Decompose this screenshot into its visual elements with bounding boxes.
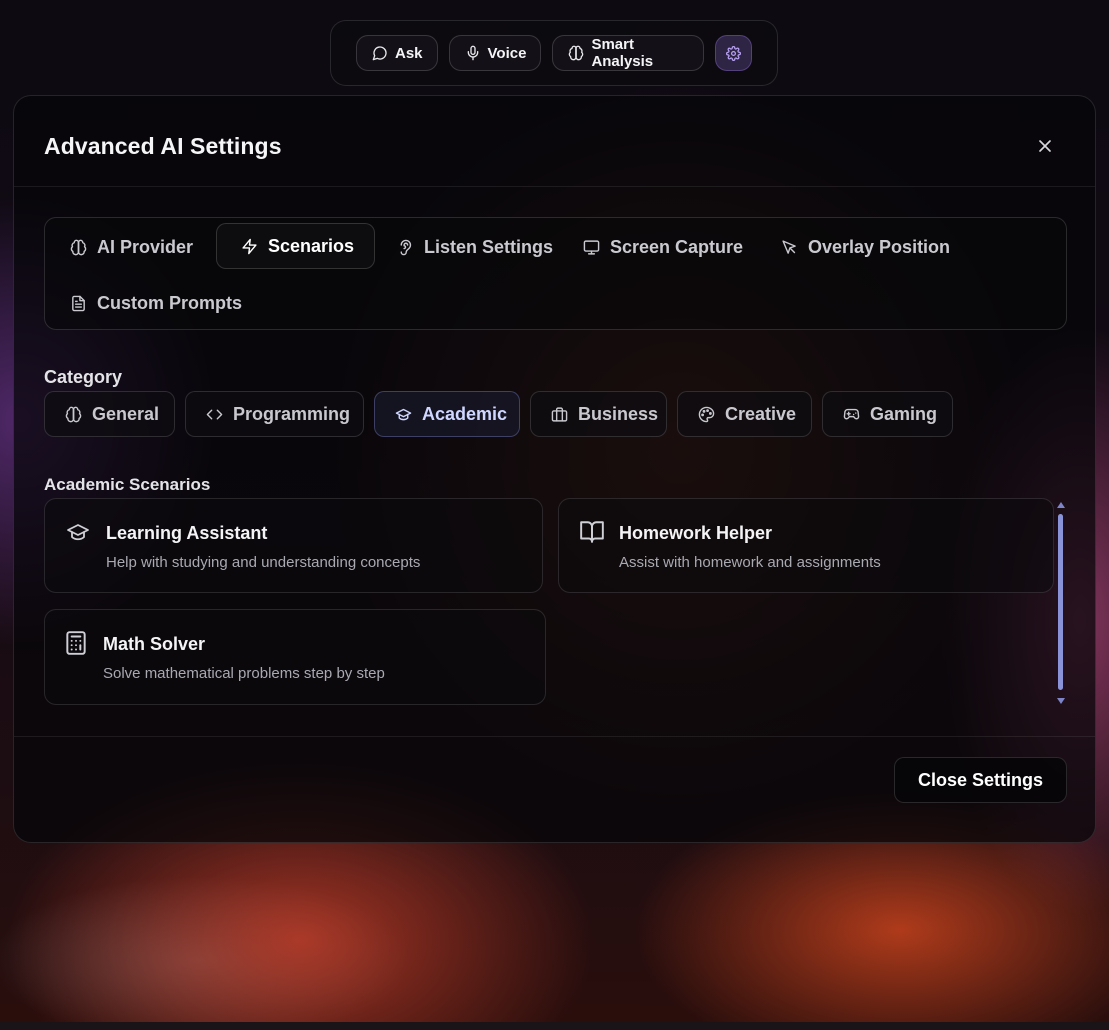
category-programming[interactable]: Programming bbox=[185, 391, 364, 437]
scenario-card-math-solver[interactable]: Math Solver Solve mathematical problems … bbox=[44, 609, 546, 705]
ask-button[interactable]: Ask bbox=[356, 35, 438, 71]
gamepad-icon bbox=[843, 406, 860, 423]
tab-label: Listen Settings bbox=[424, 236, 554, 257]
settings-tabs: AI Provider Scenarios Listen Settings Sc… bbox=[44, 217, 1067, 330]
footer-divider bbox=[14, 736, 1095, 737]
tab-label: Screen Capture bbox=[610, 236, 744, 257]
briefcase-icon bbox=[551, 406, 568, 423]
tab-label: AI Provider bbox=[97, 236, 194, 257]
category-label-text: Programming bbox=[233, 403, 351, 424]
category-creative[interactable]: Creative bbox=[677, 391, 812, 437]
lightning-icon bbox=[241, 238, 258, 255]
calculator-icon bbox=[63, 630, 89, 656]
palette-icon bbox=[698, 406, 715, 423]
close-settings-button[interactable]: Close Settings bbox=[894, 757, 1067, 803]
ear-icon bbox=[397, 239, 414, 256]
scenario-description: Assist with homework and assignments bbox=[619, 554, 881, 571]
book-icon bbox=[579, 519, 605, 545]
floating-toolbar: Ask Voice Smart Analysis bbox=[330, 20, 778, 86]
scenario-title: Homework Helper bbox=[619, 523, 773, 543]
voice-button[interactable]: Voice bbox=[448, 35, 542, 71]
category-label-text: Business bbox=[578, 403, 659, 424]
tab-label: Scenarios bbox=[268, 235, 355, 256]
brain-icon bbox=[70, 239, 87, 256]
category-academic[interactable]: Academic bbox=[374, 391, 520, 437]
tab-listen-settings[interactable]: Listen Settings bbox=[373, 224, 573, 270]
smart-analysis-button[interactable]: Smart Analysis bbox=[552, 35, 704, 71]
scenarios-scrollbar[interactable] bbox=[1056, 502, 1066, 704]
graduation-cap-icon bbox=[66, 520, 90, 544]
close-icon[interactable] bbox=[1035, 136, 1055, 156]
scenario-title: Learning Assistant bbox=[106, 523, 268, 543]
category-label-text: Academic bbox=[422, 403, 508, 424]
scenario-title: Math Solver bbox=[103, 634, 206, 654]
scenario-card-homework-helper[interactable]: Homework Helper Assist with homework and… bbox=[558, 498, 1054, 593]
brain-icon bbox=[568, 45, 584, 61]
category-general[interactable]: General bbox=[44, 391, 175, 437]
cursor-icon bbox=[781, 239, 798, 256]
category-label-text: General bbox=[92, 403, 160, 424]
chat-bubble-icon bbox=[372, 45, 388, 61]
category-gaming[interactable]: Gaming bbox=[822, 391, 953, 437]
category-label-text: Gaming bbox=[870, 403, 938, 424]
category-label-text: Creative bbox=[725, 403, 797, 424]
graduation-cap-icon bbox=[395, 406, 412, 423]
taskbar-edge bbox=[0, 1022, 1109, 1030]
microphone-icon bbox=[465, 45, 481, 61]
scenario-description: Help with studying and understanding con… bbox=[106, 554, 421, 571]
tab-ai-provider[interactable]: AI Provider bbox=[46, 224, 213, 270]
scenario-description: Solve mathematical problems step by step bbox=[103, 665, 385, 682]
scenario-card-learning-assistant[interactable]: Learning Assistant Help with studying an… bbox=[44, 498, 543, 593]
ask-label: Ask bbox=[395, 44, 423, 62]
scenarios-heading: Academic Scenarios bbox=[44, 475, 211, 494]
tab-label: Custom Prompts bbox=[97, 292, 243, 313]
scroll-up-arrow-icon[interactable] bbox=[1057, 502, 1065, 508]
dialog-header: Advanced AI Settings bbox=[14, 96, 1095, 187]
settings-button[interactable] bbox=[714, 35, 752, 71]
dialog-title: Advanced AI Settings bbox=[44, 133, 282, 159]
tab-screen-capture[interactable]: Screen Capture bbox=[559, 224, 763, 270]
tab-label: Overlay Position bbox=[808, 236, 951, 257]
scrollbar-thumb[interactable] bbox=[1058, 514, 1063, 690]
category-label: Category bbox=[44, 367, 123, 387]
monitor-icon bbox=[583, 239, 600, 256]
smart-analysis-label: Smart Analysis bbox=[591, 36, 654, 70]
code-icon bbox=[206, 406, 223, 423]
voice-label: Voice bbox=[487, 44, 527, 62]
tab-overlay-position[interactable]: Overlay Position bbox=[757, 224, 970, 270]
advanced-settings-dialog: Advanced AI Settings AI Provider Scenari… bbox=[13, 95, 1096, 843]
category-business[interactable]: Business bbox=[530, 391, 667, 437]
gear-icon bbox=[726, 45, 741, 61]
tab-custom-prompts[interactable]: Custom Prompts bbox=[46, 280, 262, 326]
tab-scenarios[interactable]: Scenarios bbox=[216, 223, 376, 269]
brain-icon bbox=[65, 406, 82, 423]
scroll-down-arrow-icon[interactable] bbox=[1057, 698, 1065, 704]
document-icon bbox=[70, 295, 87, 312]
